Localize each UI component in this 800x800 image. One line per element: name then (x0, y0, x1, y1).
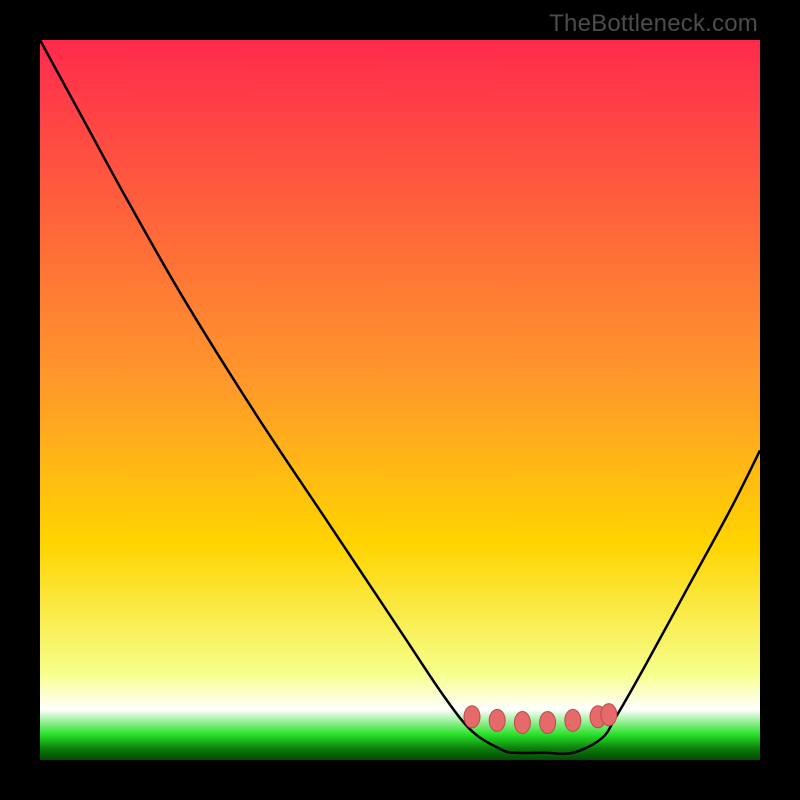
chart-frame: TheBottleneck.com (0, 0, 800, 800)
marker-dot (514, 712, 530, 734)
marker-dot (489, 709, 505, 731)
marker-dot (540, 712, 556, 734)
marker-dot (601, 704, 617, 726)
v-curve-chart (40, 40, 760, 760)
watermark-text: TheBottleneck.com (549, 10, 758, 38)
plot-area (40, 40, 760, 760)
marker-dot (464, 706, 480, 728)
marker-dot (565, 709, 581, 731)
